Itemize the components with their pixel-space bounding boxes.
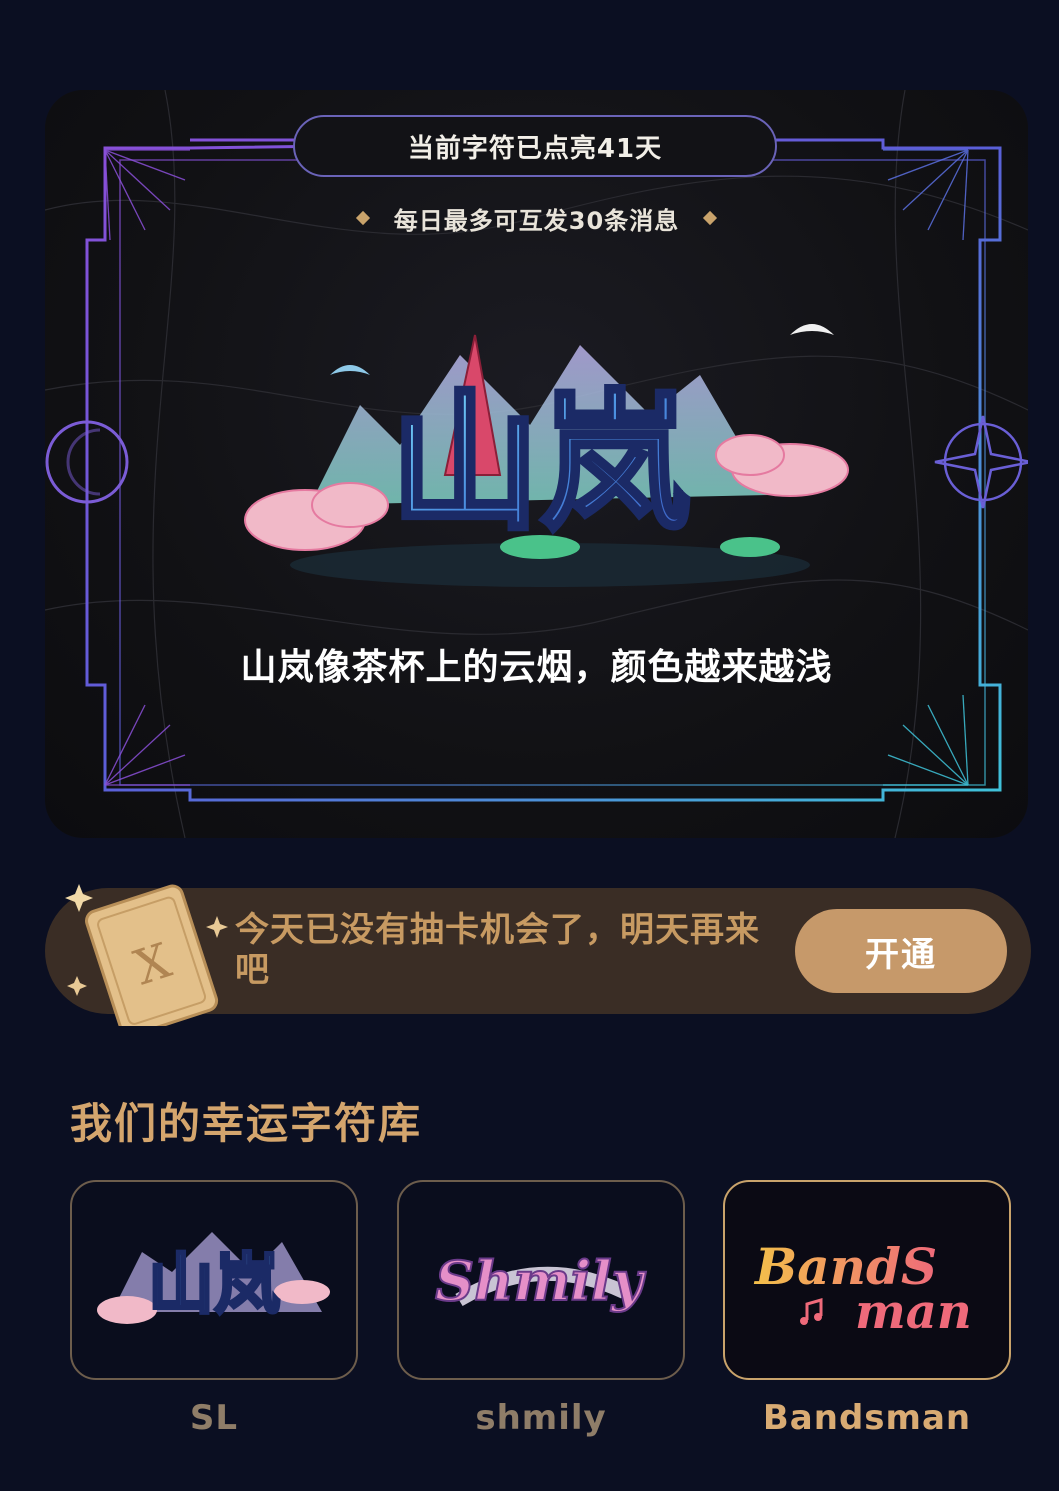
library-item-frame: BandS man	[723, 1180, 1011, 1380]
draw-message: 今天已没有抽卡机会了，明天再来吧	[235, 910, 760, 990]
svg-text:山岚: 山岚	[148, 1245, 280, 1323]
library-item-bandsman[interactable]: BandS man Bandsman	[723, 1180, 1011, 1438]
library-item-label: shmily	[475, 1398, 607, 1438]
library-item-label: Bandsman	[762, 1398, 972, 1438]
library-item-sl[interactable]: 山岚 SL	[70, 1180, 358, 1438]
library-item-frame: Shmily	[397, 1180, 685, 1380]
bandsman-mini-art: BandS man	[753, 1237, 972, 1340]
svg-text:山岚: 山岚	[390, 375, 690, 551]
message-limit-text: 每日最多可互发30条消息	[393, 206, 680, 235]
shanlan-mini-art: 山岚	[97, 1232, 330, 1325]
svg-text:Shmily: Shmily	[435, 1249, 646, 1313]
character-card: 当前字符已点亮41天 每日最多可互发30条消息 山岚 山岚像茶杯上的云烟，颜色越…	[45, 90, 1028, 838]
library-item-shmily[interactable]: Shmily shmily	[397, 1180, 685, 1438]
library-item-frame: 山岚	[70, 1180, 358, 1380]
streak-badge: 当前字符已点亮41天	[293, 115, 777, 177]
library-item-label: SL	[189, 1398, 239, 1438]
library-title: 我们的幸运字符库	[70, 1099, 423, 1148]
character-art-shanlan: 山岚	[244, 324, 849, 587]
shmily-mini-art: Shmily	[434, 1248, 647, 1314]
tarot-card-icon: X	[65, 884, 228, 1026]
character-caption: 山岚像茶杯上的云烟，颜色越来越浅	[240, 647, 833, 688]
svg-text:man: man	[855, 1284, 972, 1340]
open-button[interactable]: 开通	[795, 909, 1007, 993]
message-limit-row: 每日最多可互发30条消息	[45, 198, 1028, 238]
draw-card-banner: X 今天已没有抽卡机会了，明天再来吧 开通	[45, 884, 1031, 1026]
diamond-icon	[355, 210, 370, 226]
diamond-icon	[703, 210, 718, 226]
